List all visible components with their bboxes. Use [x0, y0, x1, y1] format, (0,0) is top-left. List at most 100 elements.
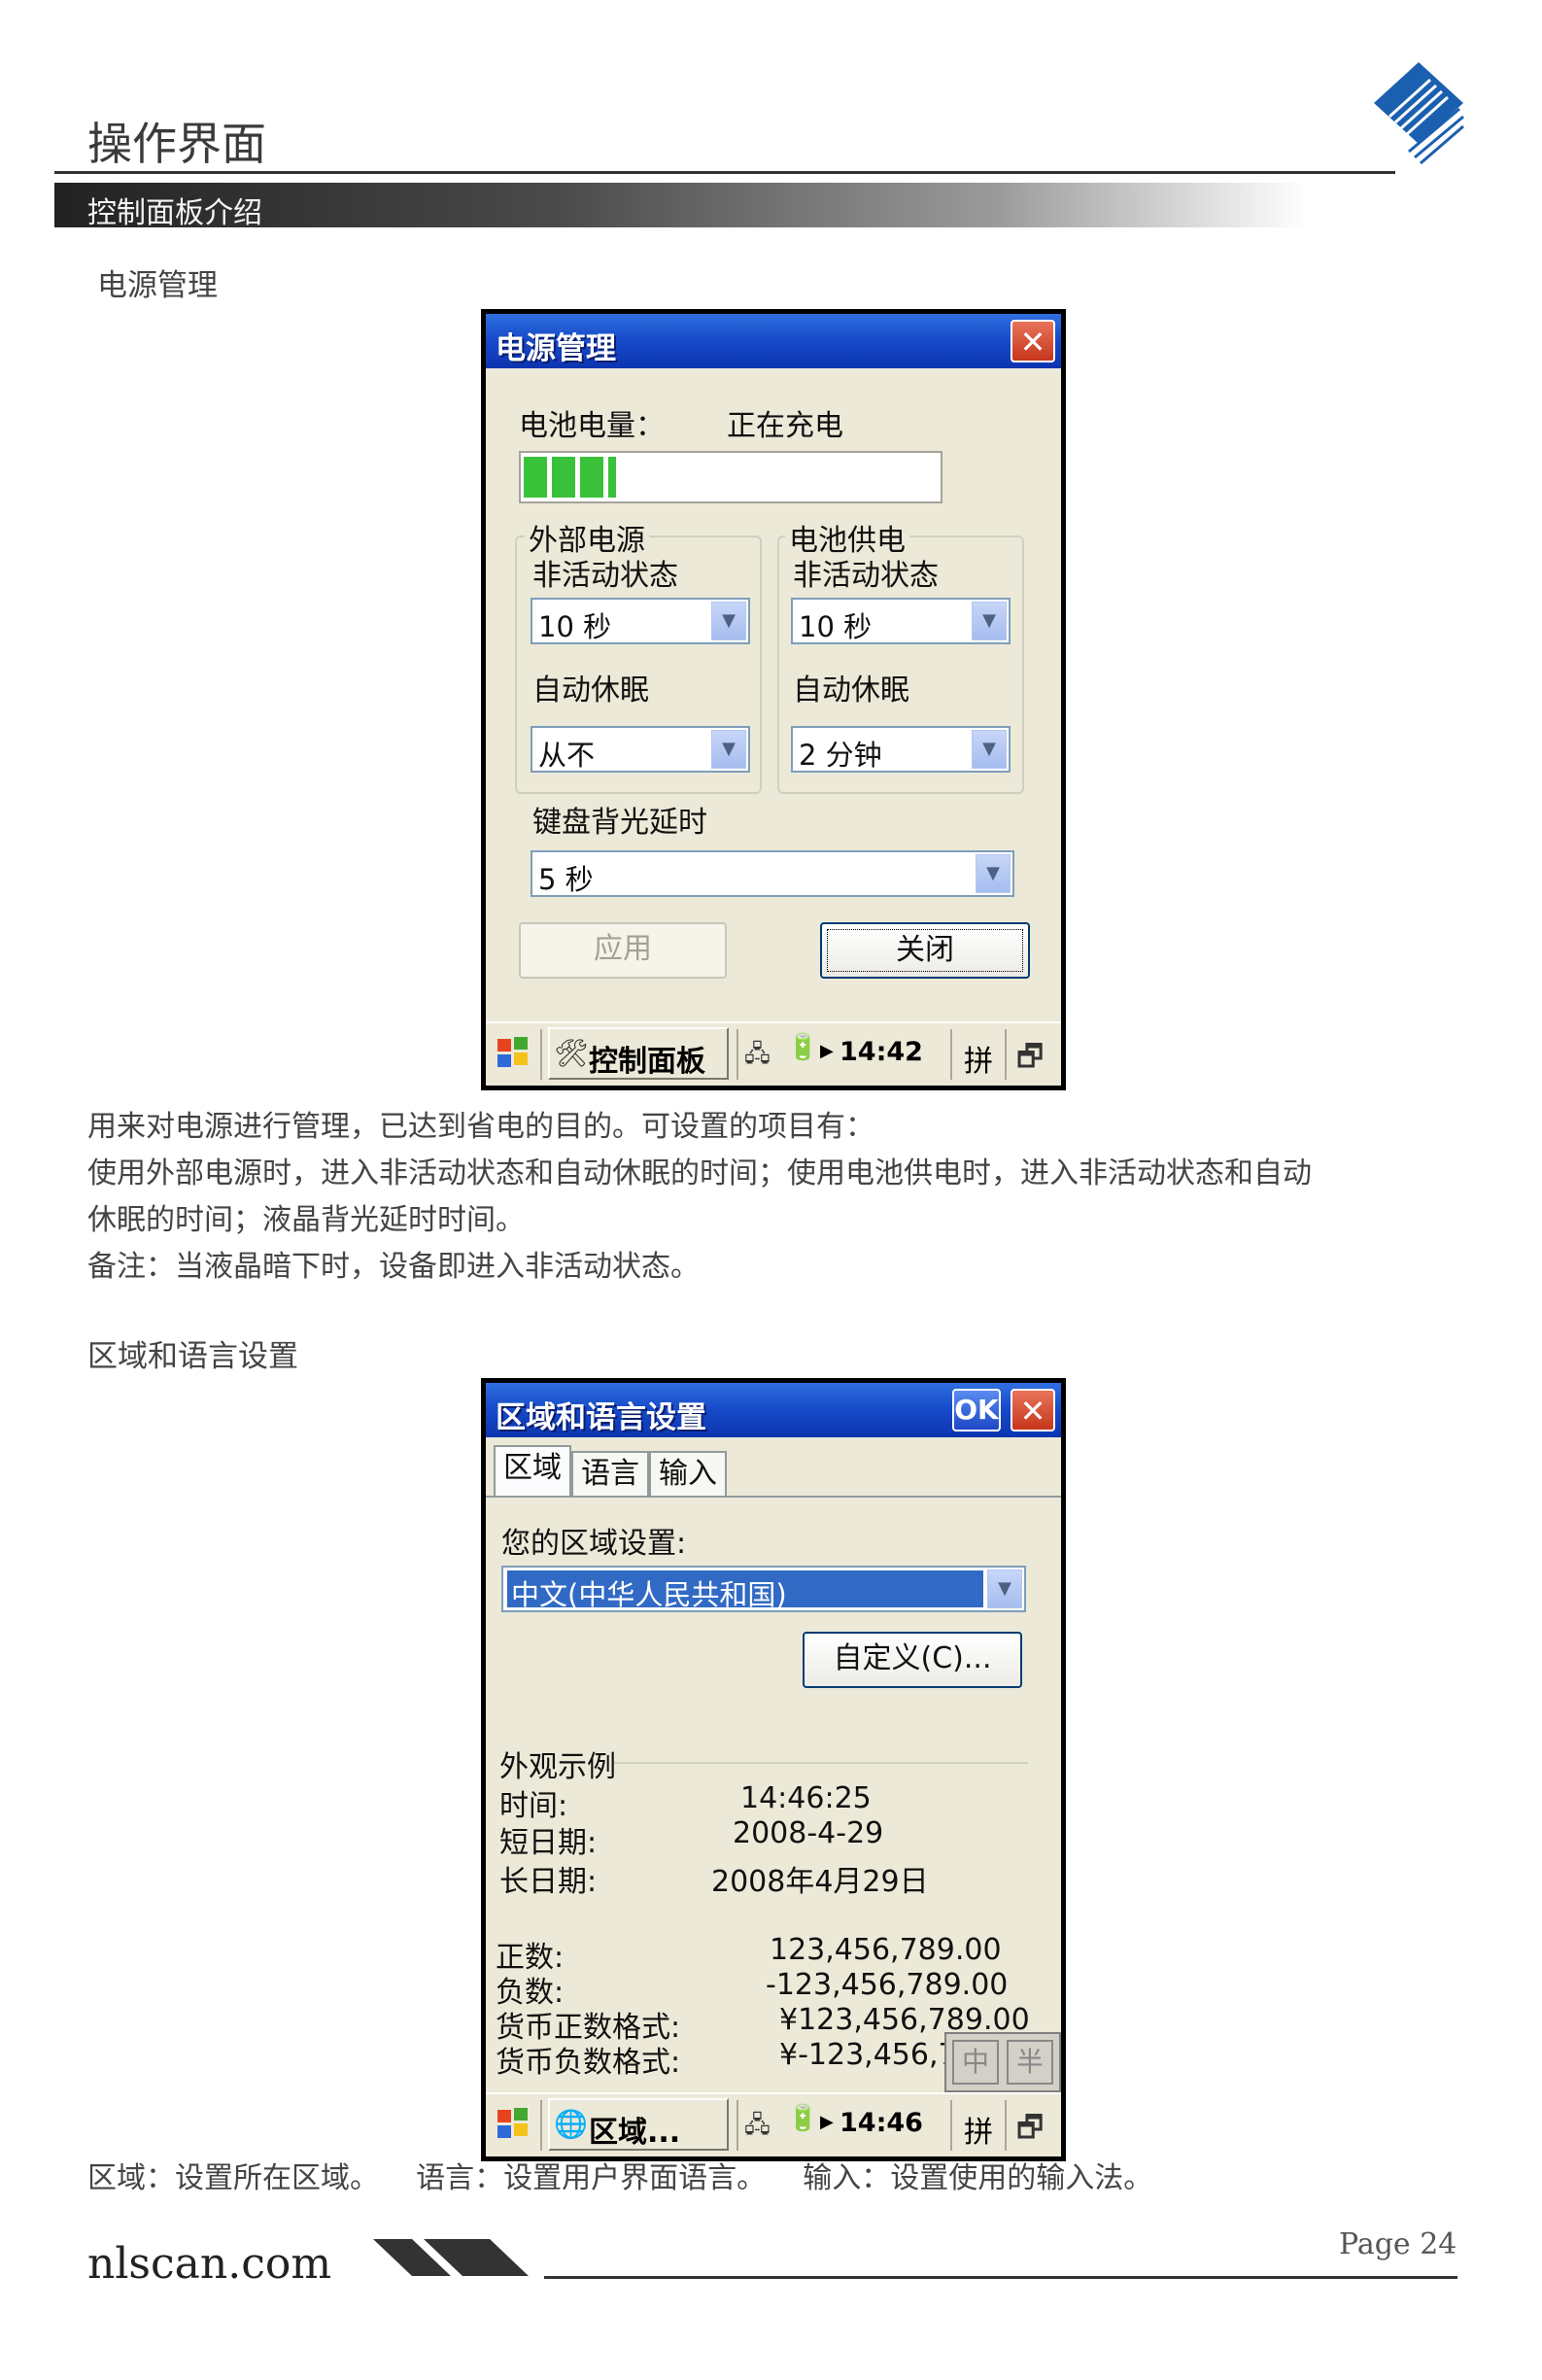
windows-switch-icon[interactable]: 🗗 [1016, 1035, 1044, 1085]
ime-halfwidth-mode[interactable]: 半 [1007, 2040, 1053, 2085]
close-icon[interactable]: ✕ [1011, 320, 1055, 362]
bat-inactive-value: 10 秒 [799, 610, 873, 643]
positive-value: 123,456,789.00 [770, 1933, 1002, 1967]
ext-inactive-select[interactable]: 10 秒 ▼ [531, 598, 750, 644]
bat-sleep-value: 2 分钟 [799, 739, 882, 772]
footer-site: nlscan.com [87, 2239, 332, 2289]
taskbar-separator [737, 1029, 738, 1080]
close-button[interactable]: 关闭 [820, 922, 1030, 979]
taskbar-item-label: 控制面板 [589, 1045, 705, 1079]
region-titlebar: 区域和语言设置 OK ✕ [486, 1383, 1061, 1437]
close-icon[interactable]: ✕ [1011, 1389, 1055, 1431]
power-taskbar: 🛠 控制面板 🖧 🔋 ▶ 14:42 拼 🗗 [486, 1021, 1061, 1086]
arrow-right-icon[interactable]: ▶ [820, 1041, 834, 1061]
battery-icon[interactable]: 🔋 [787, 2104, 818, 2133]
apply-button[interactable]: 应用 [519, 922, 727, 979]
power-heading: 电源管理 [97, 268, 218, 303]
globe-icon: 🌐 [554, 2108, 588, 2140]
power-window-title: 电源管理 [496, 331, 616, 366]
region-taskbar: 🌐 区域... 🖧 🔋 ▶ 14:46 拼 🗗 [486, 2092, 1061, 2156]
ime-indicator[interactable]: 拼 [964, 2108, 993, 2151]
chevron-down-icon[interactable]: ▼ [972, 602, 1007, 640]
arrow-right-icon[interactable]: ▶ [820, 2112, 834, 2132]
power-desc-2: 使用外部电源时，进入非活动状态和自动休眠的时间；使用电池供电时，进入非活动状态和… [87, 1156, 1312, 1190]
close-button-label: 关闭 [827, 929, 1023, 972]
battery-icon[interactable]: 🔋 [787, 1033, 818, 1062]
region-setting-label: 您的区域设置: [501, 1527, 687, 1561]
bat-inactive-select[interactable]: 10 秒 ▼ [791, 598, 1011, 644]
ext-sleep-label: 自动休眠 [532, 673, 649, 707]
bat-sleep-label: 自动休眠 [793, 673, 909, 707]
windows-start-icon[interactable] [494, 1033, 532, 1081]
taskbar-region-button[interactable]: 🌐 区域... [548, 2098, 729, 2151]
chevron-down-icon[interactable]: ▼ [976, 854, 1011, 893]
power-titlebar: 电源管理 ✕ [486, 314, 1061, 368]
chevron-down-icon[interactable]: ▼ [711, 602, 746, 640]
power-window: 电源管理 ✕ 电池电量： 正在充电 外部电源 非活动状态 10 秒 ▼ 自动休眠… [481, 309, 1066, 1090]
network-icon[interactable]: 🖧 [744, 1037, 771, 1077]
chevron-down-icon[interactable]: ▼ [972, 730, 1007, 769]
tab-divider [486, 1496, 1061, 1498]
ext-inactive-value: 10 秒 [538, 610, 612, 643]
windows-switch-icon[interactable]: 🗗 [1016, 2106, 1044, 2156]
section-bar: 控制面板介绍 [54, 183, 1308, 230]
battery-status: 正在充电 [727, 409, 843, 443]
region-desc: 区域：设置所在区域。 语言：设置用户界面语言。 输入：设置使用的输入法。 [87, 2161, 1153, 2195]
tab-input[interactable]: 输入 [649, 1451, 727, 1498]
ext-sleep-select[interactable]: 从不 ▼ [531, 726, 750, 773]
customize-button[interactable]: 自定义(C)... [803, 1632, 1022, 1688]
footer-stripes-icon [373, 2239, 529, 2276]
taskbar-control-panel-button[interactable]: 🛠 控制面板 [548, 1027, 729, 1080]
power-desc-1: 用来对电源进行管理，已达到省电的目的。可设置的项目有： [87, 1110, 874, 1144]
short-date-label: 短日期: [499, 1826, 598, 1860]
chevron-down-icon[interactable]: ▼ [711, 730, 746, 769]
sample-divider [614, 1762, 1028, 1764]
ext-sleep-value: 从不 [538, 739, 596, 772]
page-title: 操作界面 [87, 118, 266, 170]
sample-label: 外观示例 [499, 1750, 616, 1784]
currency-negative-label: 货币负数格式: [496, 2046, 681, 2080]
backlight-value: 5 秒 [538, 863, 594, 896]
network-icon[interactable]: 🖧 [744, 2108, 771, 2148]
negative-value: -123,456,789.00 [766, 1968, 1009, 2002]
long-date-label: 长日期: [499, 1865, 598, 1899]
control-panel-icon: 🛠 [554, 1037, 589, 1069]
region-window: 区域和语言设置 OK ✕ 区域 语言 输入 您的区域设置: 中文(中华人民共和国… [481, 1378, 1066, 2161]
taskbar-separator [1005, 1029, 1007, 1080]
ime-mode-panel: 中 半 [944, 2032, 1061, 2092]
battery-progress [519, 451, 942, 503]
section-title: 控制面板介绍 [87, 196, 262, 230]
ok-button[interactable]: OK [952, 1389, 1001, 1431]
region-select-value: 中文(中华人民共和国) [511, 1578, 787, 1611]
header-rule [54, 171, 1395, 174]
tab-strip: 区域 语言 输入 [486, 1445, 1061, 1500]
page-number: Page 24 [1339, 2227, 1457, 2261]
company-logo-icon [1374, 62, 1464, 165]
region-heading: 区域和语言设置 [87, 1339, 298, 1374]
power-desc-3: 休眠的时间；液晶背光延时时间。 [87, 1203, 525, 1237]
ext-inactive-label: 非活动状态 [532, 559, 678, 593]
tab-language[interactable]: 语言 [571, 1451, 649, 1498]
backlight-label: 键盘背光延时 [532, 806, 707, 840]
ime-chinese-mode[interactable]: 中 [952, 2040, 999, 2085]
battery-fill [524, 457, 617, 498]
backlight-select[interactable]: 5 秒 ▼ [531, 850, 1014, 897]
currency-negative-value: ¥-123,456,7 [779, 2038, 957, 2072]
taskbar-separator [950, 2100, 952, 2151]
taskbar-item-label: 区域... [589, 2116, 681, 2150]
taskbar-clock: 14:46 [840, 2108, 923, 2138]
short-date-value: 2008-4-29 [733, 1816, 884, 1850]
region-select[interactable]: 中文(中华人民共和国) ▼ [501, 1566, 1026, 1612]
footer-rule [544, 2276, 1457, 2279]
chevron-down-icon[interactable]: ▼ [987, 1569, 1022, 1608]
ime-indicator[interactable]: 拼 [964, 1037, 993, 1080]
time-value: 14:46:25 [740, 1781, 872, 1815]
taskbar-separator [540, 2100, 542, 2151]
power-desc-4: 备注：当液晶暗下时，设备即进入非活动状态。 [87, 1250, 700, 1284]
bat-sleep-select[interactable]: 2 分钟 ▼ [791, 726, 1011, 773]
bat-inactive-label: 非活动状态 [793, 559, 939, 593]
region-window-title: 区域和语言设置 [496, 1400, 706, 1435]
windows-start-icon[interactable] [494, 2104, 532, 2147]
taskbar-clock: 14:42 [840, 1037, 923, 1067]
tab-region[interactable]: 区域 [494, 1445, 571, 1498]
